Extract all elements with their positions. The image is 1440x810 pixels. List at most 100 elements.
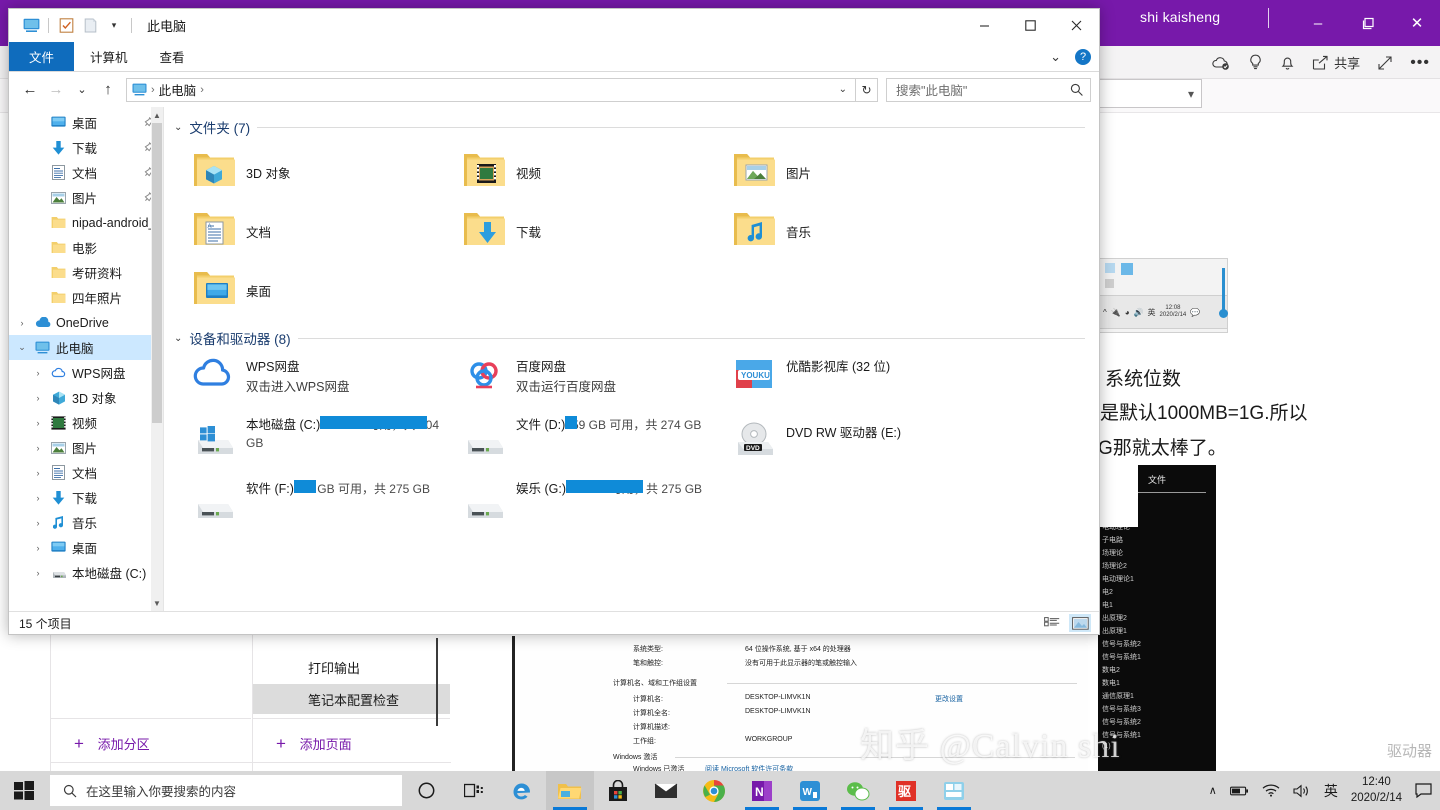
help-icon[interactable]: ? [1075, 49, 1091, 65]
folder-tile[interactable]: 图片 [714, 143, 984, 202]
background-dropdown[interactable]: ▾ [1098, 79, 1202, 108]
chevron-right-icon[interactable]: › [31, 443, 45, 453]
drive-tile[interactable]: 软件 (F:) 244 GB 可用，共 275 GB [174, 474, 444, 538]
add-page-label[interactable]: 添加页面 [300, 737, 352, 752]
tab-computer[interactable]: 计算机 [74, 42, 144, 71]
folder-tile[interactable]: 桌面 [174, 261, 444, 320]
device-app-tile[interactable]: YOUKU 优酷影视库 (32 位) [714, 352, 984, 410]
drive-tile[interactable]: DVD DVD RW 驱动器 (E:) [714, 410, 984, 474]
onenote-page-item-selected[interactable]: 笔记本配置检查 [253, 684, 450, 714]
sidebar-item-[interactable]: › 音乐 [9, 510, 163, 535]
folder-tile[interactable]: 3D 对象 [174, 143, 444, 202]
background-close-button[interactable]: ✕ [1394, 0, 1440, 46]
sysprops-change-settings-link[interactable]: 更改设置 [935, 694, 963, 704]
navpane-scroll-thumb[interactable] [152, 123, 162, 423]
more-options-icon[interactable]: ••• [1410, 54, 1430, 72]
chevron-right-icon[interactable]: › [31, 518, 45, 528]
expand-icon[interactable] [1377, 55, 1393, 71]
taskbar-search-input[interactable]: 在这里输入你要搜索的内容 [50, 775, 402, 806]
chrome-icon[interactable] [690, 771, 738, 810]
tab-file[interactable]: 文件 [9, 42, 75, 71]
wps-icon[interactable]: W [786, 771, 834, 810]
chevron-down-icon[interactable]: ⌄ [174, 122, 182, 133]
task-view-icon[interactable] [450, 771, 498, 810]
tab-view[interactable]: 查看 [144, 42, 201, 71]
refresh-button[interactable]: ↻ [856, 77, 878, 102]
group-header-devices[interactable]: ⌄ 设备和驱动器 (8) [174, 320, 1099, 348]
action-center-icon[interactable] [1415, 783, 1432, 798]
lightbulb-icon[interactable] [1248, 54, 1263, 71]
navpane-scroll-down-icon[interactable]: ▼ [151, 595, 163, 611]
sidebar-item-[interactable]: 文档 [9, 160, 163, 185]
sidebar-item-[interactable]: ⌄ 此电脑 [9, 335, 163, 360]
tray-overflow-icon[interactable]: ∧ [1209, 784, 1217, 797]
volume-icon[interactable] [1293, 784, 1311, 798]
folder-tile[interactable]: 音乐 [714, 202, 984, 261]
wifi-icon[interactable] [1262, 784, 1280, 797]
chevron-down-icon[interactable]: ⌄ [15, 342, 29, 353]
device-app-tile[interactable]: WPS网盘 双击进入WPS网盘 [174, 352, 444, 410]
background-minimize-button[interactable]: – [1295, 0, 1341, 46]
details-view-button[interactable] [1041, 614, 1063, 632]
ime-indicator[interactable]: 英 [1324, 781, 1338, 801]
sidebar-item-nipad-android[interactable]: nipad-android_ [9, 210, 163, 235]
forward-button[interactable]: → [43, 77, 69, 103]
sidebar-item-[interactable]: 考研资料 [9, 260, 163, 285]
drive-tile[interactable]: 娱乐 (G:)168 GB 可用，共 275 GB [444, 474, 714, 538]
breadcrumb-item-this-pc[interactable]: 此电脑 [159, 80, 197, 99]
microsoft-store-icon[interactable] [594, 771, 642, 810]
breadcrumb-dropdown-icon[interactable]: ⌄ [839, 84, 847, 95]
properties-icon[interactable] [54, 14, 78, 38]
chevron-right-icon[interactable]: › [15, 318, 29, 328]
chevron-right-icon[interactable]: › [31, 393, 45, 403]
chevron-right-icon[interactable]: › [31, 368, 45, 378]
device-app-tile[interactable]: 百度网盘 双击运行百度网盘 [444, 352, 714, 410]
chevron-down-icon[interactable]: ⌄ [174, 333, 182, 344]
back-button[interactable]: ← [17, 77, 43, 103]
sidebar-item-[interactable]: › 图片 [9, 435, 163, 460]
folder-tile[interactable]: A 文档 [174, 202, 444, 261]
folder-tile[interactable]: 下载 [444, 202, 714, 261]
onenote-icon[interactable]: N [738, 771, 786, 810]
new-folder-icon[interactable] [78, 14, 102, 38]
bell-icon[interactable] [1280, 54, 1295, 71]
file-explorer-icon[interactable] [546, 771, 594, 810]
edge-icon[interactable] [498, 771, 546, 810]
driver-wizard-icon[interactable]: 驱 [882, 771, 930, 810]
breadcrumb[interactable]: › 此电脑 › ⌄ [126, 77, 856, 102]
share-button[interactable]: 共享 [1312, 53, 1360, 72]
note-zoom-slider[interactable] [1219, 268, 1228, 318]
wechat-icon[interactable] [834, 771, 882, 810]
maximize-button[interactable] [1007, 9, 1053, 42]
mail-icon[interactable] [642, 771, 690, 810]
close-button[interactable] [1053, 9, 1099, 42]
sidebar-item-[interactable]: › 下载 [9, 485, 163, 510]
customize-qat-icon[interactable]: ▾ [102, 14, 126, 38]
chevron-right-icon[interactable]: › [31, 493, 45, 503]
sidebar-item-[interactable]: 四年照片 [9, 285, 163, 310]
drive-tile[interactable]: 文件 (D:) 259 GB 可用，共 274 GB [444, 410, 714, 474]
this-pc-icon[interactable] [19, 14, 43, 38]
group-header-folders[interactable]: ⌄ 文件夹 (7) [174, 107, 1099, 137]
sidebar-item-[interactable]: › 文档 [9, 460, 163, 485]
chevron-right-icon[interactable]: › [31, 468, 45, 478]
large-icons-view-button[interactable] [1069, 614, 1091, 632]
sidebar-item-[interactable]: 下载 [9, 135, 163, 160]
sidebar-item-c[interactable]: › 本地磁盘 (C:) [9, 560, 163, 585]
sync-cloud-icon[interactable] [1211, 55, 1231, 71]
cortana-circle-icon[interactable] [402, 771, 450, 810]
sidebar-item-wps[interactable]: › WPS网盘 [9, 360, 163, 385]
windows-start-icon[interactable] [0, 771, 48, 810]
sidebar-item-[interactable]: › 桌面 [9, 535, 163, 560]
navpane-scroll-up-icon[interactable]: ▲ [151, 107, 163, 123]
search-input[interactable]: 搜索"此电脑" [886, 77, 1091, 102]
folder-tile[interactable]: 视频 [444, 143, 714, 202]
sidebar-item-onedrive[interactable]: › OneDrive [9, 310, 163, 335]
sidebar-item-3d[interactable]: › 3D 对象 [9, 385, 163, 410]
expand-ribbon-icon[interactable]: ⌄ [1050, 49, 1061, 65]
sidebar-item-[interactable]: › 视频 [9, 410, 163, 435]
navpane-scrollbar[interactable]: ▲ ▼ [151, 107, 163, 611]
add-section-label[interactable]: 添加分区 [98, 737, 150, 752]
taskbar-clock[interactable]: 12:40 2020/2/14 [1351, 775, 1402, 806]
chevron-right-icon[interactable]: › [31, 543, 45, 553]
